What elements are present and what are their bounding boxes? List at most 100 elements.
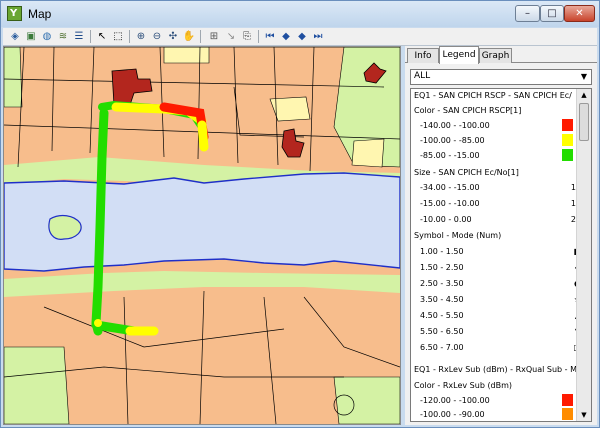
island <box>48 214 82 240</box>
toolbar-button-3[interactable]: ≋ <box>56 30 70 43</box>
park-area <box>4 346 70 424</box>
toolbar-button-11[interactable]: ⊞ <box>206 30 222 43</box>
minimize-icon: – <box>525 8 530 19</box>
legend-row-label: -85.00 - -15.00 <box>420 151 480 160</box>
legend-row-label: -100.00 - -85.00 <box>420 136 485 145</box>
tab-strip: Info Legend Graph <box>405 46 597 64</box>
legend-row-label: -120.00 - -100.00 <box>420 396 490 405</box>
maximize-icon: □ <box>547 8 557 19</box>
pan-hand-icon: ✋ <box>182 31 196 42</box>
toolbar: ◈ ▣ ◍ ≋ ☰ ↖ ⬚ ⊕ ⊖ ✣ ✋ ⊞ ↘ ⎘ ⏮ ◆ ◆ ⏭ <box>3 28 597 46</box>
park-area <box>333 376 400 424</box>
toolbar-button-10[interactable]: ✋ <box>182 30 196 43</box>
legend-row-label: 1.00 - 1.50 <box>420 247 464 256</box>
measure-icon: ⊞ <box>209 31 219 42</box>
legend-symbol-title: Symbol - Mode (Num) <box>414 231 502 240</box>
minimize-button[interactable]: – <box>515 5 540 22</box>
toolbar-separator <box>258 30 259 43</box>
park-area <box>4 47 23 108</box>
toolbar-button-14[interactable]: ⏮ <box>263 30 277 43</box>
legend-row-label: 5.50 - 6.50 <box>420 327 464 336</box>
legend-header: EQ1 - RxLev Sub (dBm) - RxQual Sub - Mc <box>414 365 582 374</box>
tab-legend[interactable]: Legend <box>439 46 479 64</box>
toolbar-separator <box>200 30 201 43</box>
toolbar-button-8[interactable]: ⊖ <box>150 30 164 43</box>
legend-color-title: Color - SAN CPICH RSCP[1] <box>414 106 522 115</box>
window-title: Map <box>28 7 52 21</box>
legend-row-label: -100.00 - -90.00 <box>420 410 485 419</box>
color-swatch <box>562 408 573 420</box>
last-icon: ⏭ <box>313 31 323 42</box>
zoom-in-icon: ⊕ <box>136 31 146 42</box>
next-icon: ◆ <box>298 31 306 42</box>
route-icon: ↘ <box>226 31 236 42</box>
toolbar-button-16[interactable]: ◆ <box>295 30 309 43</box>
map-canvas[interactable] <box>4 47 400 424</box>
sand-area <box>351 138 385 168</box>
legend-row-label: 4.50 - 5.50 <box>420 311 464 320</box>
toolbar-button-17[interactable]: ⏭ <box>311 30 325 43</box>
map-window: Y Map – □ ✕ ◈ ▣ ◍ ≋ ☰ ↖ ⬚ ⊕ ⊖ ✣ ✋ ⊞ ↘ ⎘ … <box>0 0 600 428</box>
drive-test-route <box>197 120 209 152</box>
legend-color-title: Color - RxLev Sub (dBm) <box>414 381 513 390</box>
legend-row-label: -34.00 - -15.00 <box>420 183 480 192</box>
sand-area <box>163 47 210 64</box>
chevron-down-icon: ▼ <box>580 72 588 81</box>
scroll-down-icon[interactable]: ▼ <box>578 409 590 421</box>
open-layers-icon: ◈ <box>11 31 19 42</box>
export-icon: ⎘ <box>243 31 251 42</box>
legend-row-label: 3.50 - 4.50 <box>420 295 464 304</box>
legend-row-label: 1.50 - 2.50 <box>420 263 464 272</box>
scroll-up-icon[interactable]: ▲ <box>578 89 590 101</box>
maximize-button[interactable]: □ <box>540 5 564 22</box>
map-view[interactable] <box>3 46 401 425</box>
select-rect-icon: ⬚ <box>113 31 123 42</box>
prev-icon: ◆ <box>282 31 290 42</box>
toolbar-button-13[interactable]: ⎘ <box>240 30 254 43</box>
legend-scrollbar[interactable]: ▲ ▼ <box>576 89 591 421</box>
legend-row-label: -10.00 - 0.00 <box>420 215 472 224</box>
list-icon: ☰ <box>74 31 84 42</box>
toolbar-button-7[interactable]: ⊕ <box>134 30 148 43</box>
color-swatch <box>562 394 573 406</box>
tab-graph[interactable]: Graph <box>479 48 512 63</box>
color-swatch <box>562 149 573 161</box>
legend-list[interactable]: EQ1 - SAN CPICH RSCP - SAN CPICH Ec/ Col… <box>410 88 592 422</box>
toolbar-separator <box>90 30 91 43</box>
legend-row-label: -15.00 - -10.00 <box>420 199 480 208</box>
measurement-point <box>94 319 102 327</box>
toolbar-button-1[interactable]: ▣ <box>24 30 38 43</box>
title-bar[interactable]: Y Map – □ ✕ <box>1 1 599 27</box>
picture-icon: ▣ <box>26 31 36 42</box>
legend-row-label: -140.00 - -100.00 <box>420 121 490 130</box>
tab-info[interactable]: Info <box>407 48 439 63</box>
toolbar-button-4[interactable]: ☰ <box>72 30 86 43</box>
app-icon: Y <box>7 6 22 21</box>
toolbar-button-2[interactable]: ◍ <box>40 30 54 43</box>
side-panel: Info Legend Graph ALL ▼ EQ1 - SAN CPICH … <box>405 46 597 425</box>
toolbar-button-5[interactable]: ↖ <box>95 30 109 43</box>
toolbar-button-15[interactable]: ◆ <box>279 30 293 43</box>
toolbar-button-12[interactable]: ↘ <box>224 30 238 43</box>
close-button[interactable]: ✕ <box>564 5 595 22</box>
toolbar-button-9[interactable]: ✣ <box>166 30 180 43</box>
toolbar-button-6[interactable]: ⬚ <box>111 30 125 43</box>
layer-select-value: ALL <box>414 71 431 81</box>
legend-size-title: Size - SAN CPICH Ec/No[1] <box>414 168 519 177</box>
toolbar-separator <box>129 30 130 43</box>
zoom-extent-icon: ✣ <box>168 31 178 42</box>
legend-header: EQ1 - SAN CPICH RSCP - SAN CPICH Ec/ <box>414 91 572 100</box>
zoom-out-icon: ⊖ <box>152 31 162 42</box>
toolbar-button-0[interactable]: ◈ <box>8 30 22 43</box>
layers-stack-icon: ≋ <box>58 31 68 42</box>
legend-row-label: 2.50 - 3.50 <box>420 279 464 288</box>
globe-icon: ◍ <box>42 31 52 42</box>
layer-select[interactable]: ALL ▼ <box>410 69 592 85</box>
scroll-thumb[interactable] <box>579 103 589 141</box>
close-icon: ✕ <box>575 8 584 19</box>
legend-row-label: 6.50 - 7.00 <box>420 343 464 352</box>
first-icon: ⏮ <box>265 31 275 42</box>
color-swatch <box>562 134 573 146</box>
pointer-icon: ↖ <box>97 31 107 42</box>
color-swatch <box>562 119 573 131</box>
